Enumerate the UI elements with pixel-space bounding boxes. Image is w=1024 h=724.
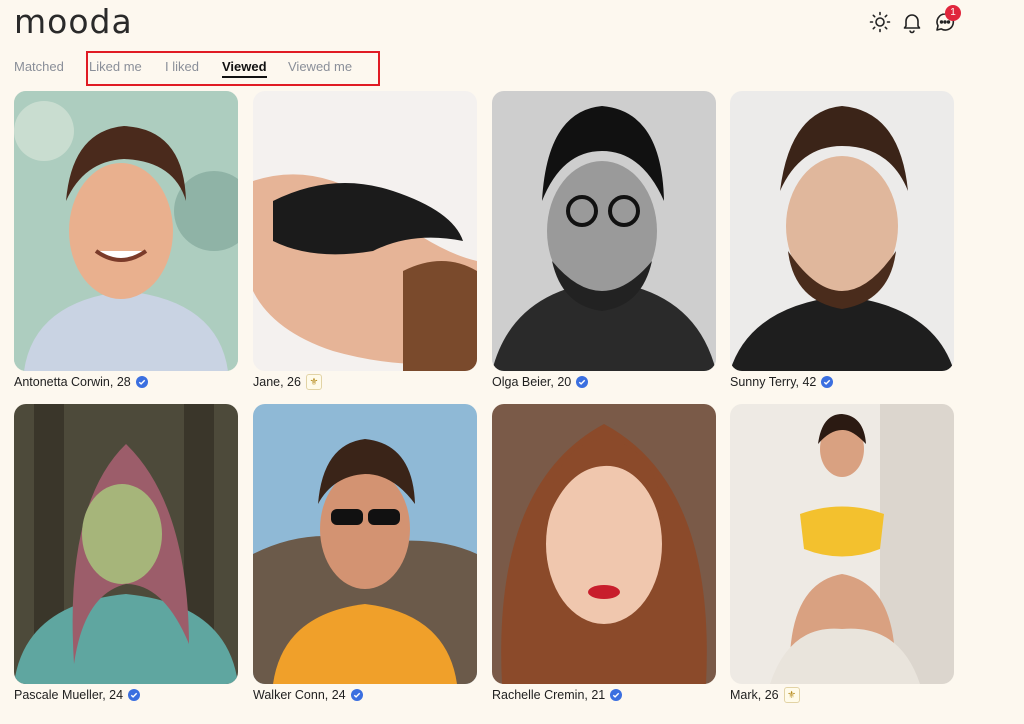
verified-badge-icon <box>576 376 589 388</box>
theme-toggle-sun-icon[interactable] <box>868 10 892 34</box>
profile-card[interactable]: Rachelle Cremin, 21 <box>492 404 716 703</box>
profile-caption: Pascale Mueller, 24 <box>14 687 238 703</box>
gold-member-icon: ⚜ <box>783 687 800 703</box>
profile-photo[interactable] <box>14 404 238 684</box>
app-logo[interactable]: mooda <box>14 2 133 41</box>
profile-name-age: Sunny Terry, 42 <box>730 375 817 389</box>
profile-name-age: Jane, 26 <box>253 375 301 389</box>
profile-caption: Sunny Terry, 42 <box>730 374 954 390</box>
verified-badge-icon <box>135 376 148 388</box>
profile-card[interactable]: Walker Conn, 24 <box>253 404 477 703</box>
notification-badge: 1 <box>945 5 961 21</box>
profile-name-age: Antonetta Corwin, 28 <box>14 375 131 389</box>
verified-badge-icon <box>350 689 363 701</box>
verified-badge-icon <box>128 689 141 701</box>
profile-name-age: Olga Beier, 20 <box>492 375 572 389</box>
tab-matched[interactable]: Matched <box>14 58 64 75</box>
profile-caption: Olga Beier, 20 <box>492 374 716 390</box>
profile-name-age: Mark, 26 <box>730 688 779 702</box>
profile-caption: Walker Conn, 24 <box>253 687 477 703</box>
notifications-bell-icon[interactable] <box>900 10 924 34</box>
profile-caption: Jane, 26 ⚜ <box>253 374 477 390</box>
profile-card[interactable]: Antonetta Corwin, 28 <box>14 91 238 390</box>
profile-card[interactable]: Sunny Terry, 42 <box>730 91 954 390</box>
verified-badge-icon <box>610 689 623 701</box>
profile-caption: Mark, 26 ⚜ <box>730 687 954 703</box>
header-icons: 1 <box>868 5 968 34</box>
profile-name-age: Rachelle Cremin, 21 <box>492 688 606 702</box>
verified-badge-icon <box>821 376 834 388</box>
profile-card[interactable]: Olga Beier, 20 <box>492 91 716 390</box>
profile-photo[interactable] <box>492 404 716 684</box>
profile-name-age: Pascale Mueller, 24 <box>14 688 124 702</box>
profile-photo[interactable] <box>492 91 716 371</box>
profile-photo[interactable] <box>253 404 477 684</box>
profile-photo[interactable] <box>730 91 954 371</box>
profile-card[interactable]: Pascale Mueller, 24 <box>14 404 238 703</box>
profile-name-age: Walker Conn, 24 <box>253 688 346 702</box>
profile-caption: Rachelle Cremin, 21 <box>492 687 716 703</box>
profile-photo[interactable] <box>14 91 238 371</box>
profile-caption: Antonetta Corwin, 28 <box>14 374 238 390</box>
gold-member-icon: ⚜ <box>305 374 322 390</box>
profile-photo[interactable] <box>253 91 477 371</box>
annotation-highlight-box <box>86 51 380 86</box>
profile-card[interactable]: Mark, 26 ⚜ <box>730 404 954 703</box>
messages-chat-icon[interactable]: 1 <box>933 5 961 34</box>
profile-photo[interactable] <box>730 404 954 684</box>
profile-card[interactable]: Jane, 26 ⚜ <box>253 91 477 390</box>
